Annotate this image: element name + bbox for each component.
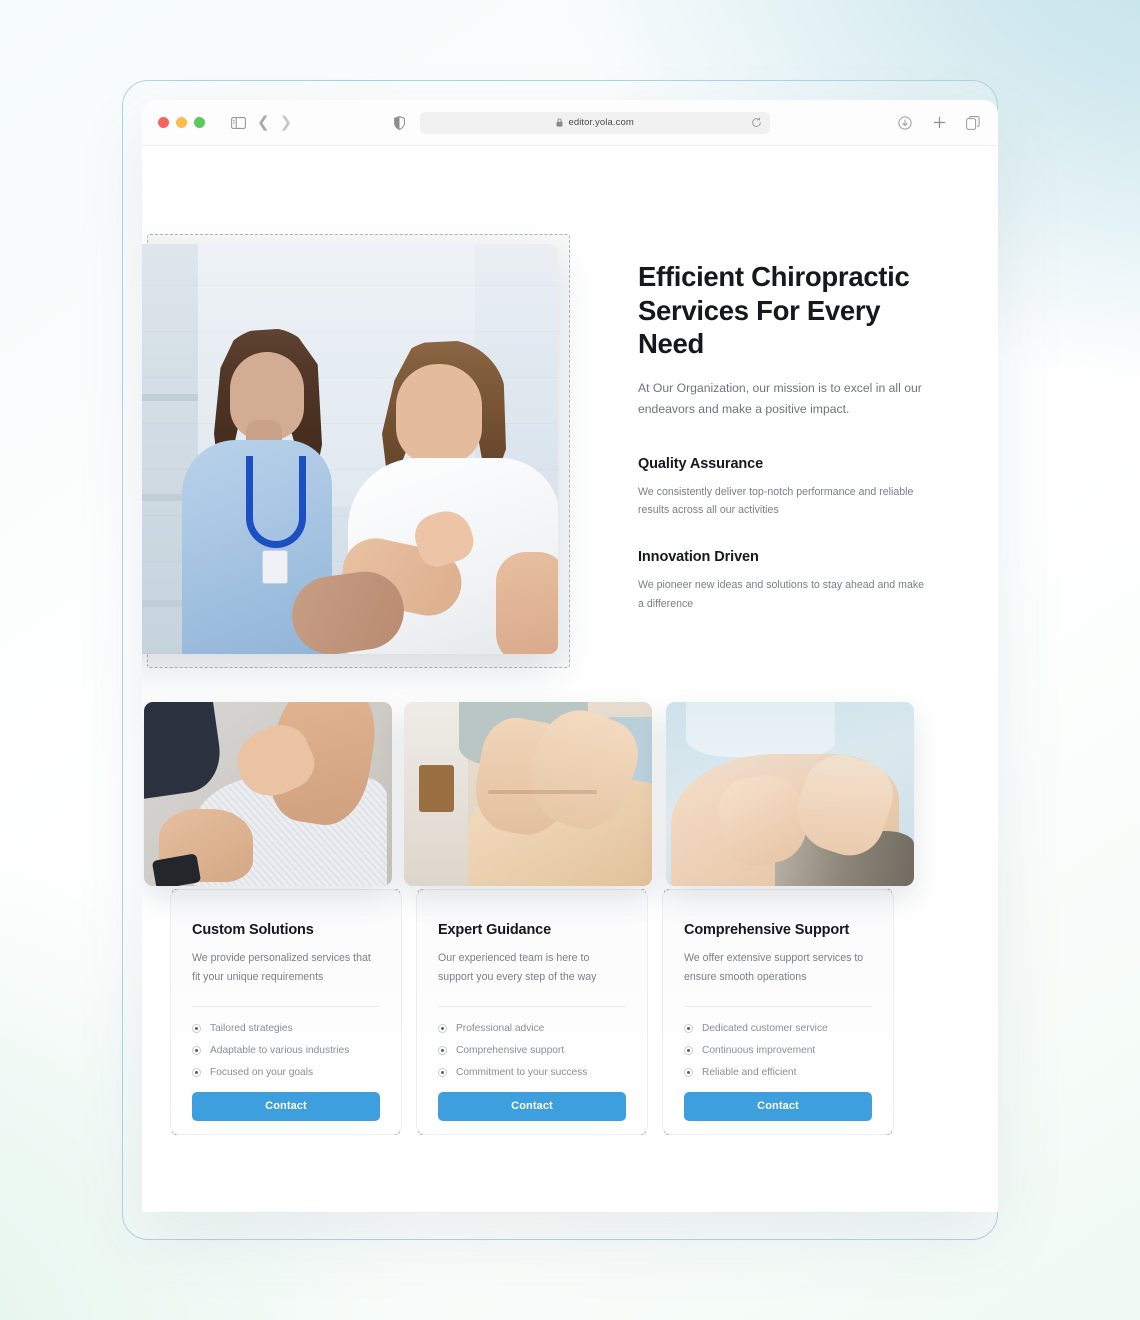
tab-overview-icon[interactable]	[962, 112, 984, 134]
list-item-label: Professional advice	[456, 1022, 545, 1034]
feature-title: Quality Assurance	[638, 455, 764, 472]
list-item: Focused on your goals	[192, 1067, 380, 1078]
card-image[interactable]	[666, 702, 914, 886]
service-card-comprehensive-support[interactable]: Comprehensive Support We offer extensive…	[662, 702, 914, 1135]
services-card-row: Custom Solutions We provide personalized…	[144, 702, 968, 1135]
list-item-label: Commitment to your success	[456, 1066, 588, 1078]
card-description: We provide personalized services that fi…	[192, 952, 371, 983]
feature-body: We consistently deliver top-notch perfor…	[638, 485, 914, 517]
hero-copy: Efficient Chiropractic Services For Ever…	[638, 260, 930, 614]
bullet-icon	[438, 1045, 447, 1055]
card-body: Expert Guidance Our experienced team is …	[418, 892, 646, 1121]
card-image[interactable]	[144, 702, 392, 886]
card-title: Comprehensive Support	[684, 922, 850, 938]
list-item: Professional advice	[438, 1023, 626, 1034]
list-item: Comprehensive support	[438, 1045, 626, 1056]
close-window-button[interactable]	[158, 117, 169, 128]
card-image[interactable]	[404, 702, 652, 886]
feature-innovation-driven: Innovation Driven We pioneer new ideas a…	[638, 549, 930, 614]
bullet-icon	[684, 1045, 693, 1055]
forward-chevron-icon[interactable]: ❯	[280, 115, 293, 130]
toolbar-right-actions	[894, 112, 984, 134]
card-divider	[192, 1005, 380, 1007]
maximize-window-button[interactable]	[194, 117, 205, 128]
list-item-label: Focused on your goals	[210, 1066, 314, 1078]
list-item-label: Continuous improvement	[702, 1044, 816, 1056]
feature-quality-assurance: Quality Assurance We consistently delive…	[638, 456, 930, 521]
list-item-label: Comprehensive support	[456, 1044, 565, 1056]
sidebar-toggle-icon[interactable]	[227, 112, 249, 134]
download-icon[interactable]	[894, 112, 916, 134]
url-text: editor.yola.com	[568, 117, 634, 128]
address-bar[interactable]: editor.yola.com	[420, 111, 771, 134]
bullet-icon	[192, 1067, 201, 1077]
service-card-custom-solutions[interactable]: Custom Solutions We provide personalized…	[144, 702, 402, 1135]
page-canvas: Efficient Chiropractic Services For Ever…	[142, 146, 998, 1212]
card-divider	[684, 1005, 872, 1007]
hero-image[interactable]	[142, 244, 558, 654]
browser-window: ❮ ❯ editor.yola.com Efficient Chiropract…	[142, 100, 998, 1212]
bullet-icon	[438, 1067, 447, 1077]
lock-icon	[556, 118, 563, 127]
card-image-illustration	[144, 702, 392, 886]
list-item-label: Tailored strategies	[210, 1022, 293, 1034]
card-description: We offer extensive support services to e…	[684, 952, 864, 983]
card-image-illustration	[404, 702, 652, 886]
reload-icon[interactable]	[751, 117, 762, 128]
bullet-icon	[438, 1023, 447, 1033]
feature-body: We pioneer new ideas and solutions to st…	[638, 579, 925, 611]
list-item: Adaptable to various industries	[192, 1045, 380, 1056]
hero-section: Efficient Chiropractic Services For Ever…	[142, 146, 998, 686]
card-feature-list: Professional advice Comprehensive suppor…	[438, 1023, 626, 1078]
page-title: Efficient Chiropractic Services For Ever…	[638, 261, 910, 360]
list-item-label: Dedicated customer service	[702, 1022, 828, 1034]
card-description: Our experienced team is here to support …	[438, 952, 597, 983]
card-divider	[438, 1005, 626, 1007]
list-item: Commitment to your success	[438, 1067, 626, 1078]
navigation-buttons: ❮ ❯	[257, 115, 292, 130]
list-item: Dedicated customer service	[684, 1023, 872, 1034]
bullet-icon	[684, 1067, 693, 1077]
bullet-icon	[192, 1045, 201, 1055]
card-image-illustration	[666, 702, 914, 886]
hero-image-illustration	[142, 244, 558, 654]
hero-subtitle: At Our Organization, our mission is to e…	[638, 380, 922, 416]
service-card-expert-guidance[interactable]: Expert Guidance Our experienced team is …	[404, 702, 652, 1135]
card-feature-list: Tailored strategies Adaptable to various…	[192, 1023, 380, 1078]
bullet-icon	[192, 1023, 201, 1033]
browser-toolbar: ❮ ❯ editor.yola.com	[142, 100, 998, 146]
bullet-icon	[684, 1023, 693, 1033]
window-traffic-lights	[158, 117, 205, 128]
contact-button[interactable]: Contact	[438, 1091, 626, 1121]
card-body: Comprehensive Support We offer extensive…	[664, 892, 892, 1121]
card-title: Custom Solutions	[192, 922, 314, 938]
feature-title: Innovation Driven	[638, 549, 759, 566]
card-feature-list: Dedicated customer service Continuous im…	[684, 1023, 872, 1078]
card-body: Custom Solutions We provide personalized…	[172, 892, 400, 1121]
list-item-label: Adaptable to various industries	[210, 1044, 350, 1056]
list-item: Reliable and efficient	[684, 1067, 872, 1078]
back-chevron-icon[interactable]: ❮	[257, 115, 270, 130]
privacy-shield-icon[interactable]	[388, 112, 410, 134]
list-item: Tailored strategies	[192, 1023, 380, 1034]
minimize-window-button[interactable]	[176, 117, 187, 128]
plus-icon[interactable]	[928, 112, 950, 134]
services-section: Custom Solutions We provide personalized…	[142, 702, 998, 1154]
list-item-label: Reliable and efficient	[702, 1066, 797, 1078]
contact-button[interactable]: Contact	[684, 1091, 872, 1121]
card-title: Expert Guidance	[438, 922, 551, 938]
contact-button[interactable]: Contact	[192, 1091, 380, 1121]
list-item: Continuous improvement	[684, 1045, 872, 1056]
